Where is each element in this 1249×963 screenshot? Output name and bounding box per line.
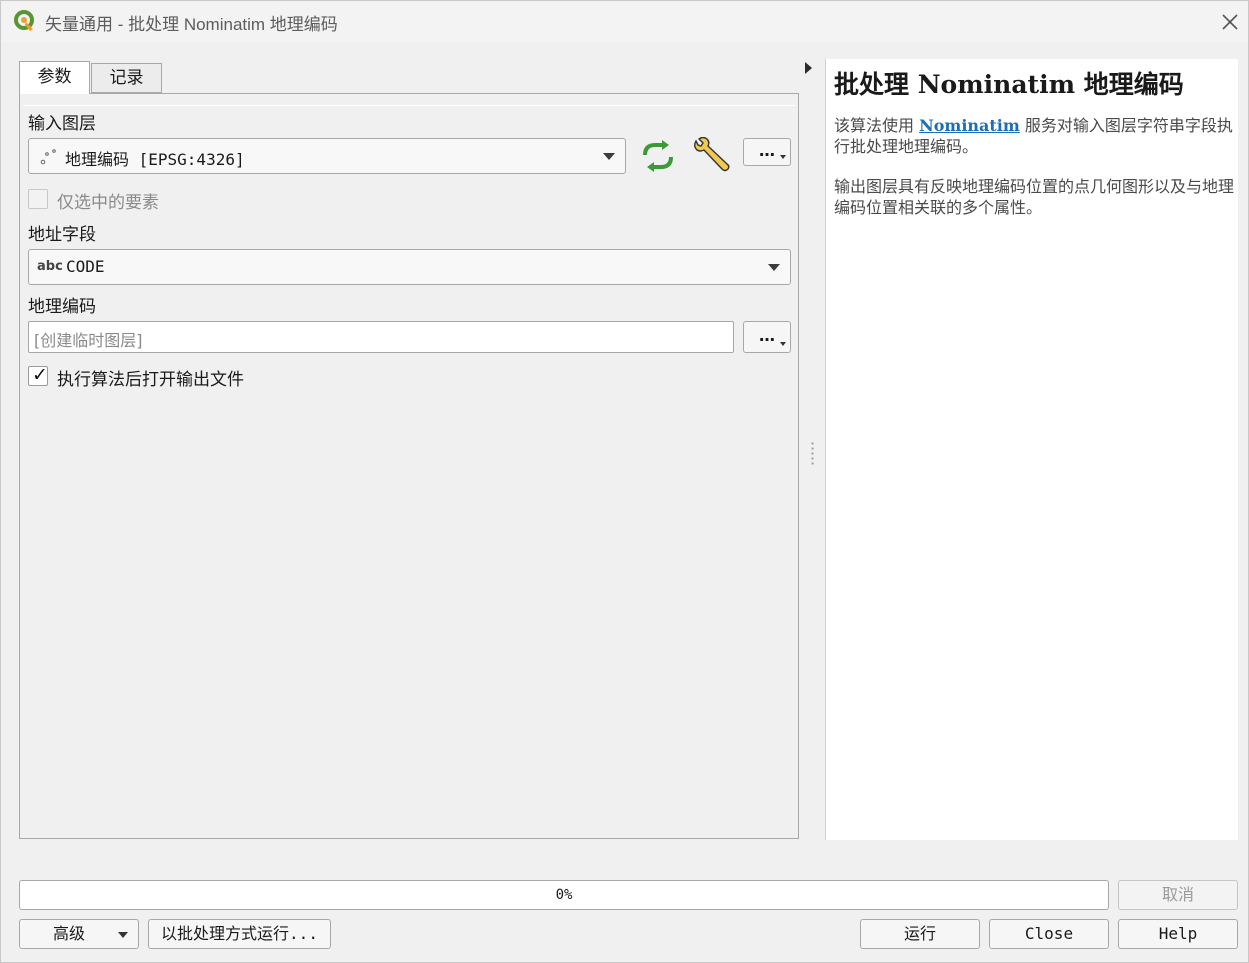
open-output-checkbox[interactable]: ✓ xyxy=(28,364,48,386)
cancel-button[interactable]: 取消 xyxy=(1118,880,1238,910)
help-button[interactable]: Help xyxy=(1118,919,1238,949)
check-icon: ✓ xyxy=(32,364,48,386)
geocode-output-placeholder: [创建临时图层] xyxy=(34,331,143,350)
address-field-label: 地址字段 xyxy=(28,225,96,245)
advanced-label: 高级 xyxy=(53,924,86,943)
address-field-value: CODE xyxy=(66,257,105,276)
parameters-scroll-area xyxy=(23,105,795,835)
help-text: 该算法使用 xyxy=(834,116,920,135)
geocode-output-options-button[interactable]: … xyxy=(743,321,791,353)
open-output-label: 执行算法后打开输出文件 xyxy=(57,370,244,390)
chevron-down-icon xyxy=(768,264,780,271)
tab-parameters[interactable]: 参数 xyxy=(19,61,90,94)
refresh-icon[interactable] xyxy=(639,139,677,173)
input-layer-combo[interactable]: 地理编码 [EPSG:4326] xyxy=(28,138,626,174)
address-field-combo[interactable]: abc CODE xyxy=(28,249,791,285)
chevron-down-icon xyxy=(780,155,786,159)
window-title: 矢量通用 - 批处理 Nominatim 地理编码 xyxy=(45,15,338,34)
run-as-batch-button[interactable]: 以批处理方式运行... xyxy=(148,919,331,949)
input-layer-label: 输入图层 xyxy=(28,114,96,134)
help-paragraph-2: 输出图层具有反映地理编码位置的点几何图形以及与地理编码位置相关联的多个属性。 xyxy=(834,177,1235,217)
advanced-button[interactable]: 高级 xyxy=(19,919,139,949)
more-dots: … xyxy=(759,141,776,160)
input-layer-options-button[interactable]: … xyxy=(743,138,791,166)
geocode-output-input[interactable]: [创建临时图层] xyxy=(28,321,734,353)
chevron-down-icon xyxy=(603,153,615,160)
processing-dialog: 矢量通用 - 批处理 Nominatim 地理编码 参数 记录 输入图层 地理编… xyxy=(0,0,1249,963)
input-layer-value: 地理编码 [EPSG:4326] xyxy=(65,150,245,169)
wrench-icon[interactable] xyxy=(691,137,731,175)
progress-bar: 0% xyxy=(19,880,1109,910)
nominatim-link[interactable]: Nominatim xyxy=(919,116,1020,135)
close-icon[interactable] xyxy=(1217,9,1243,35)
tab-log[interactable]: 记录 xyxy=(91,63,162,93)
selected-only-label: 仅选中的要素 xyxy=(57,193,159,213)
more-dots: … xyxy=(759,326,776,345)
title-bar: 矢量通用 - 批处理 Nominatim 地理编码 xyxy=(1,1,1248,43)
collapse-arrow-icon[interactable] xyxy=(805,62,812,74)
chevron-down-icon xyxy=(118,932,128,938)
geocode-output-label: 地理编码 xyxy=(28,297,96,317)
close-button[interactable]: Close xyxy=(989,919,1109,949)
text-field-type-icon: abc xyxy=(37,259,63,274)
progress-text: 0% xyxy=(555,887,573,903)
help-title: 批处理 Nominatim 地理编码 xyxy=(834,70,1184,99)
chevron-down-icon xyxy=(780,342,786,346)
splitter-handle[interactable] xyxy=(811,441,814,467)
selected-only-checkbox[interactable] xyxy=(28,189,48,209)
help-paragraph-1: 该算法使用 Nominatim 服务对输入图层字符串字段执行批处理地理编码。 xyxy=(834,115,1234,157)
qgis-logo-icon xyxy=(14,10,34,31)
point-layer-icon xyxy=(40,149,56,165)
help-panel: 批处理 Nominatim 地理编码 该算法使用 Nominatim 服务对输入… xyxy=(825,59,1238,840)
run-button[interactable]: 运行 xyxy=(860,919,980,949)
